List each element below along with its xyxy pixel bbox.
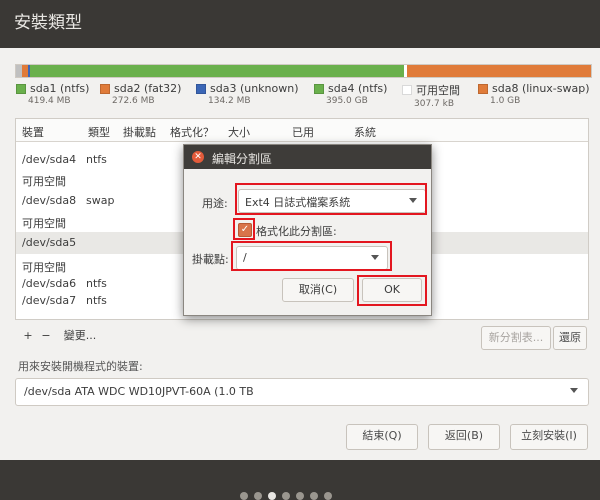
step-dot-current (268, 492, 276, 500)
legend-swatch (478, 83, 488, 94)
window-titlebar: 安裝類型 (0, 0, 600, 48)
legend-size: 307.7 kB (414, 99, 455, 109)
cell-type: ntfs (86, 277, 107, 290)
legend-item-sda4: sda4 (ntfs) 395.0 GB (314, 82, 387, 106)
add-partition-button[interactable]: + (21, 326, 35, 346)
cell-device: 可用空間 (22, 217, 66, 230)
step-dot (282, 492, 290, 500)
legend-swatch (196, 83, 206, 94)
highlight-box-use-as (235, 183, 427, 215)
column-header-system[interactable]: 系統 (354, 124, 376, 140)
legend-swatch (314, 83, 324, 94)
page-title: 安裝類型 (14, 13, 82, 33)
legend-item-sda3: sda3 (unknown) 134.2 MB (196, 82, 299, 106)
partition-toolbar: + − 變更... 新分割表... 還原 (15, 326, 590, 350)
column-header-format[interactable]: 格式化？ (170, 124, 214, 140)
bootloader-device-value: /dev/sda ATA WDC WD10JPVT-60A (1.0 TB (24, 385, 254, 398)
legend-item-sda8: sda8 (linux-swap) 1.0 GB (478, 82, 590, 106)
bootloader-label: 用來安裝開機程式的裝置: (18, 360, 143, 373)
partition-segment-sda8 (407, 65, 591, 77)
highlight-box-ok (357, 275, 427, 306)
partition-usage-bar (15, 64, 592, 78)
step-dot (240, 492, 248, 500)
cancel-button[interactable]: 取消(C) (282, 278, 354, 302)
edit-partition-dialog: ✕ 編輯分割區 用途: Ext4 日誌式檔案系統 ✓ 格式化此分割區: 掛載點:… (183, 144, 432, 316)
change-partition-button[interactable]: 變更... (57, 326, 103, 346)
step-dot (254, 492, 262, 500)
legend-swatch (402, 85, 412, 95)
quit-button[interactable]: 結束(Q) (346, 424, 418, 450)
legend-size: 395.0 GB (326, 96, 368, 106)
use-as-label: 用途: (202, 197, 228, 210)
column-header-device[interactable]: 裝置 (22, 124, 44, 140)
step-indicator (240, 492, 332, 500)
remove-partition-button[interactable]: − (39, 326, 53, 346)
chevron-down-icon (570, 388, 578, 393)
cell-device: /dev/sda6 (22, 277, 77, 290)
column-header-used[interactable]: 已用 (292, 124, 314, 140)
column-header-size[interactable]: 大小 (228, 124, 250, 140)
table-header: 裝置 類型 掛載點 格式化？ 大小 已用 系統 (16, 119, 588, 142)
cell-device: /dev/sda4 (22, 153, 77, 166)
cell-type: swap (86, 194, 115, 207)
back-button[interactable]: 返回(B) (428, 424, 500, 450)
legend-label: 可用空間 (416, 84, 460, 97)
bootloader-device-select[interactable]: /dev/sda ATA WDC WD10JPVT-60A (1.0 TB (15, 378, 589, 406)
legend-swatch (100, 83, 110, 94)
cell-device: /dev/sda8 (22, 194, 77, 207)
partition-segment-sda4 (30, 65, 405, 77)
partition-legend: sda1 (ntfs) 419.4 MB sda2 (fat32) 272.6 … (16, 82, 596, 110)
legend-label: sda8 (linux-swap) (492, 82, 590, 95)
highlight-box-mount (231, 241, 392, 271)
legend-item-sda2: sda2 (fat32) 272.6 MB (100, 82, 181, 106)
legend-label: sda1 (ntfs) (30, 82, 90, 95)
step-dot (324, 492, 332, 500)
legend-size: 419.4 MB (28, 96, 71, 106)
close-icon[interactable]: ✕ (192, 151, 204, 163)
legend-size: 272.6 MB (112, 96, 155, 106)
dialog-titlebar: ✕ 編輯分割區 (184, 145, 431, 169)
legend-swatch (16, 83, 26, 94)
cell-device: /dev/sda7 (22, 294, 77, 307)
legend-size: 1.0 GB (490, 96, 521, 106)
legend-item-free: 可用空間 307.7 kB (402, 82, 460, 109)
column-header-mount[interactable]: 掛載點 (123, 124, 156, 140)
dialog-title: 編輯分割區 (212, 152, 273, 166)
revert-button[interactable]: 還原 (553, 326, 587, 350)
legend-size: 134.2 MB (208, 96, 251, 106)
new-partition-table-button[interactable]: 新分割表... (481, 326, 551, 350)
cell-device: 可用空間 (22, 175, 66, 188)
legend-item-sda1: sda1 (ntfs) 419.4 MB (16, 82, 89, 106)
cell-device: /dev/sda5 (22, 236, 77, 249)
legend-label: sda4 (ntfs) (328, 82, 388, 95)
legend-label: sda3 (unknown) (210, 82, 299, 95)
step-dot (296, 492, 304, 500)
install-now-button[interactable]: 立刻安裝(I) (510, 424, 588, 450)
format-partition-label: 格式化此分割區: (256, 225, 337, 238)
cell-type: ntfs (86, 294, 107, 307)
cell-type: ntfs (86, 153, 107, 166)
highlight-box-format (233, 218, 255, 240)
step-dot (310, 492, 318, 500)
legend-label: sda2 (fat32) (114, 82, 182, 95)
column-header-type[interactable]: 類型 (88, 124, 110, 140)
mount-point-label: 掛載點: (192, 253, 229, 266)
